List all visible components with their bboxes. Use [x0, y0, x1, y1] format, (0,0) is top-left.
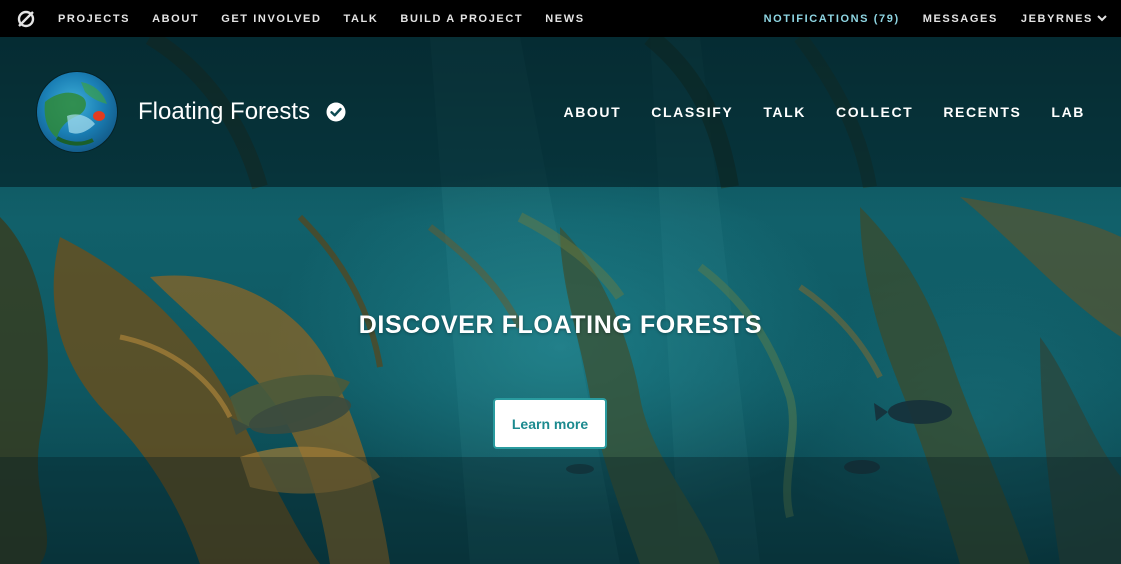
project-nav: ABOUT CLASSIFY TALK COLLECT RECENTS LAB: [534, 104, 1086, 120]
verified-check-icon: [326, 102, 346, 122]
chevron-down-icon: [1097, 13, 1107, 25]
project-nav-collect[interactable]: COLLECT: [836, 104, 913, 120]
user-menu-button[interactable]: JEBYRNES: [1021, 13, 1107, 25]
project-nav-talk[interactable]: TALK: [763, 104, 806, 120]
nav-link-build-a-project[interactable]: BUILD A PROJECT: [400, 13, 523, 25]
zooniverse-logo-icon[interactable]: [15, 8, 37, 30]
nav-link-about[interactable]: ABOUT: [152, 13, 199, 25]
project-avatar[interactable]: [37, 72, 117, 152]
nav-link-talk[interactable]: TALK: [344, 13, 379, 25]
username-label: JEBYRNES: [1020, 12, 1093, 25]
project-title[interactable]: Floating Forests: [138, 98, 310, 126]
project-nav-recents[interactable]: RECENTS: [943, 104, 1021, 120]
nav-link-news[interactable]: NEWS: [545, 13, 584, 25]
account-nav: NOTIFICATIONS (79) MESSAGES JEBYRNES: [764, 13, 1107, 25]
project-nav-lab[interactable]: LAB: [1051, 104, 1085, 120]
notifications-link[interactable]: NOTIFICATIONS (79): [764, 13, 900, 25]
project-header: Floating Forests ABOUT CLASSIFY TALK COL…: [0, 37, 1121, 187]
site-nav: PROJECTS ABOUT GET INVOLVED TALK BUILD A…: [47, 13, 596, 25]
learn-more-button[interactable]: Learn more: [493, 398, 607, 449]
project-nav-about[interactable]: ABOUT: [564, 104, 622, 120]
project-nav-classify[interactable]: CLASSIFY: [651, 104, 733, 120]
nav-link-get-involved[interactable]: GET INVOLVED: [221, 13, 321, 25]
site-header: PROJECTS ABOUT GET INVOLVED TALK BUILD A…: [0, 0, 1121, 37]
hero-heading: DISCOVER FLOATING FORESTS: [358, 311, 763, 339]
nav-link-projects[interactable]: PROJECTS: [58, 13, 130, 25]
messages-link[interactable]: MESSAGES: [923, 13, 998, 25]
